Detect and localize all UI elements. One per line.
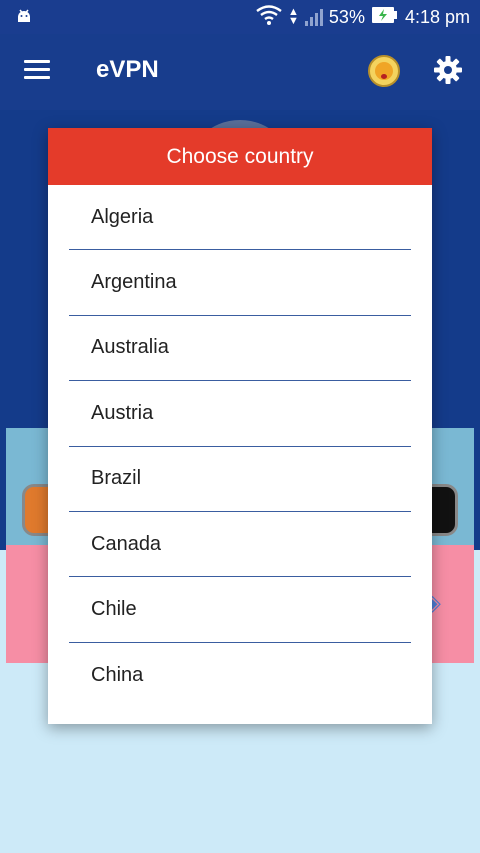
country-item[interactable]: China xyxy=(69,643,411,708)
battery-percent: 53% xyxy=(328,6,365,27)
country-item[interactable]: Canada xyxy=(69,512,411,578)
country-item[interactable]: Argentina xyxy=(69,250,411,316)
menu-icon[interactable] xyxy=(24,60,50,80)
choose-country-dialog: Choose country Algeria Argentina Austral… xyxy=(48,128,432,724)
app-bar: eVPN xyxy=(0,34,480,110)
battery-charging-icon xyxy=(371,6,399,29)
status-bar: ▲ ▼ 53% 4:18 pm xyxy=(0,0,480,34)
country-list: Algeria Argentina Australia Austria Braz… xyxy=(48,185,432,708)
dialog-title: Choose country xyxy=(48,128,432,185)
wifi-icon xyxy=(256,4,282,30)
signal-icon xyxy=(304,8,323,26)
app-title: eVPN xyxy=(96,56,159,83)
gear-icon[interactable] xyxy=(432,54,464,86)
country-item[interactable]: Algeria xyxy=(69,185,411,251)
data-arrows-icon: ▲ ▼ xyxy=(288,6,299,27)
country-item[interactable]: Australia xyxy=(69,316,411,382)
country-item[interactable]: Brazil xyxy=(69,447,411,512)
country-item[interactable]: Chile xyxy=(69,577,411,643)
clock: 4:18 pm xyxy=(404,6,470,27)
country-item[interactable]: Austria xyxy=(69,381,411,447)
emoji-icon[interactable] xyxy=(368,55,400,87)
android-icon xyxy=(14,7,34,32)
